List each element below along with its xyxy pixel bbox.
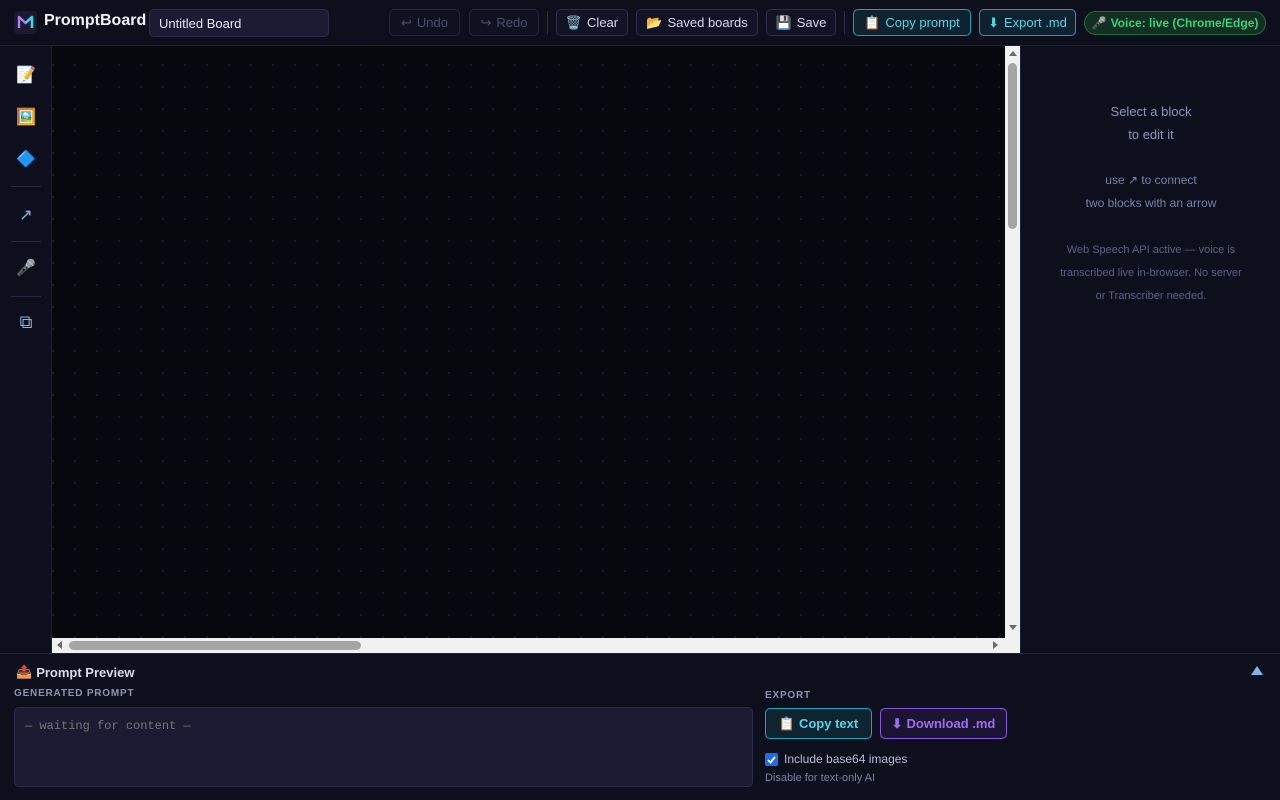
export-md-button[interactable]: ⬇ Export .md (979, 9, 1076, 36)
generated-prompt-label: GENERATED PROMPT (14, 688, 135, 699)
include-images-checkbox[interactable] (765, 753, 778, 766)
floppy-icon: 💾 (775, 14, 792, 30)
redo-icon: ↪ (480, 14, 492, 30)
horizontal-scroll-thumb[interactable] (69, 641, 361, 650)
clear-button[interactable]: 🗑️ Clear (556, 9, 628, 36)
app-name: PromptBoard (44, 12, 147, 29)
outbox-tray-icon: 📤 (16, 664, 33, 679)
board-canvas[interactable] (52, 46, 1005, 638)
left-toolbar: 📝 🖼️ 🔷 ↗ 🎤 ⧉ (0, 46, 52, 654)
logo-icon (17, 15, 34, 28)
speech-note-line: transcribed live in-browser. No server (1060, 267, 1242, 279)
generated-prompt-textarea[interactable] (14, 707, 753, 787)
toolbar-divider (547, 11, 548, 34)
board-name-input[interactable] (149, 9, 329, 37)
duplicate-icon: ⧉ (19, 311, 33, 332)
copy-text-button[interactable]: 📋 Copy text (765, 708, 872, 739)
image-tool[interactable]: 🖼️ (11, 102, 41, 132)
undo-icon: ↩ (401, 14, 412, 30)
clipboard-icon: 📋 (778, 715, 795, 731)
picture-icon: 🖼️ (16, 109, 36, 126)
horizontal-scrollbar[interactable] (52, 638, 1020, 653)
scroll-down-arrow-icon[interactable] (1009, 625, 1017, 630)
top-bar: PromptBoard ↩Undo ↪Redo 🗑️Clear 📂Saved b… (0, 0, 1280, 46)
connect-hint-line: use ↗ to connect (1105, 173, 1197, 187)
prompt-preview-panel: 📤 Prompt Preview GENERATED PROMPT EXPORT… (0, 653, 1280, 800)
shape-tool[interactable]: 🔷 (11, 144, 41, 174)
collapse-caret-icon[interactable] (1251, 666, 1263, 675)
memo-icon: 📝 (16, 67, 36, 84)
microphone-icon: 🎤 (16, 260, 36, 277)
redo-button[interactable]: ↪ Redo (469, 9, 539, 36)
clipboard-icon: 📋 (864, 14, 881, 30)
tool-divider (11, 296, 41, 297)
include-images-label[interactable]: Include base64 images (784, 752, 907, 766)
note-tool[interactable]: 📝 (11, 60, 41, 90)
speech-note-line: or Transcriber needed. (1095, 290, 1207, 302)
arrow-icon: ↗ (19, 207, 33, 224)
app-logo (14, 11, 37, 34)
folder-icon: 📂 (646, 14, 663, 30)
empty-state-line: Select a block (1110, 104, 1192, 119)
copy-prompt-button[interactable]: 📋 Copy prompt (853, 9, 971, 36)
export-label: EXPORT (765, 690, 811, 701)
undo-button[interactable]: ↩ Undo (389, 9, 460, 36)
voice-tool[interactable]: 🎤 (11, 253, 41, 283)
tool-divider (11, 241, 41, 242)
preview-title: Prompt Preview (36, 664, 135, 680)
empty-state-line: to edit it (1128, 127, 1174, 142)
microphone-icon: 🎤 (1091, 16, 1107, 30)
trash-icon: 🗑️ (565, 14, 583, 30)
diamond-icon: 🔷 (16, 151, 36, 168)
saved-boards-button[interactable]: 📂 Saved boards (636, 9, 758, 36)
download-md-button[interactable]: ⬇ Download .md (880, 708, 1007, 739)
toolbar-divider (844, 11, 845, 34)
connect-hint-line: two blocks with an arrow (1085, 196, 1217, 210)
arrow-tool[interactable]: ↗ (11, 200, 41, 230)
download-icon: ⬇ (891, 715, 903, 731)
vertical-scroll-thumb[interactable] (1008, 63, 1017, 229)
voice-status-badge: 🎤 Voice: live (Chrome/Edge) (1084, 11, 1266, 35)
scroll-left-arrow-icon[interactable] (57, 641, 62, 649)
download-icon: ⬇ (988, 14, 1000, 30)
speech-note-line: Web Speech API active — voice is (1066, 244, 1236, 256)
text-only-hint: Disable for text-only AI (765, 772, 876, 784)
properties-panel: Select a block to edit it use ↗ to conne… (1020, 46, 1280, 654)
preview-header[interactable]: 📤 Prompt Preview (16, 664, 134, 680)
vertical-scrollbar[interactable] (1005, 46, 1020, 638)
scroll-right-arrow-icon[interactable] (993, 641, 998, 649)
checkmark-icon (767, 755, 776, 764)
save-button[interactable]: 💾 Save (766, 9, 836, 36)
duplicate-tool[interactable]: ⧉ (11, 307, 41, 337)
tool-divider (11, 186, 41, 187)
scroll-up-arrow-icon[interactable] (1009, 51, 1017, 56)
